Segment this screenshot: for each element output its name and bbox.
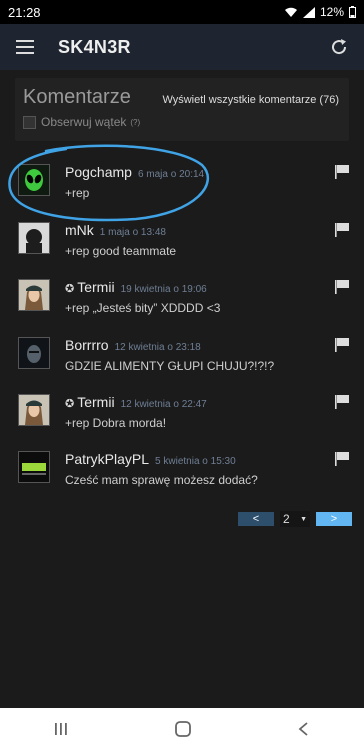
help-icon[interactable]: (?) [130,118,140,127]
flag-icon[interactable] [334,394,350,410]
status-time: 21:28 [8,4,41,20]
comment-author[interactable]: mNk [65,222,94,238]
comment-item: mNk 1 maja o 13:48 +rep good teammate [18,222,350,258]
flag-icon[interactable] [334,279,350,295]
system-nav-bar [0,708,364,750]
comment-item: Borrrro 12 kwietnia o 23:18 GDZIE ALIMEN… [18,337,350,373]
recent-apps-icon[interactable] [53,721,69,737]
alien-avatar[interactable] [18,164,50,196]
author-name: Termii [77,394,115,410]
comment-author[interactable]: PatrykPlayPL [65,451,149,467]
home-icon[interactable] [174,720,192,738]
pagination: < 2 ▼ > [238,511,352,527]
battery-percent: 12% [319,5,344,19]
comment-item: ✪ Termii 19 kwietnia o 19:06 +rep „Jesteś… [18,279,350,315]
follow-label: Obserwuj wątek [41,115,127,129]
girl-cap-avatar[interactable] [18,279,50,311]
flag-icon[interactable] [334,451,350,467]
star-badge-icon: ✪ [65,398,75,410]
back-icon[interactable] [297,721,311,737]
next-page-button[interactable]: > [316,512,352,526]
comment-text: Cześć mam sprawę możesz dodać? [65,473,258,487]
page-select[interactable]: 2 ▼ [280,511,310,527]
gamer-avatar[interactable] [18,451,50,483]
flag-icon[interactable] [334,337,350,353]
comments-title: Komentarze [23,86,131,108]
status-bar: 21:28 12% [0,0,364,24]
girl-cap-avatar[interactable] [18,394,50,426]
wifi-icon [284,7,297,17]
comment-text: +rep Dobra morda! [65,416,167,430]
comment-text: +rep good teammate [65,244,177,258]
follow-checkbox[interactable] [23,115,36,129]
dark-face-avatar[interactable] [18,337,50,369]
signal-icon [302,6,315,18]
menu-icon[interactable] [16,40,34,54]
comment-date: 6 maja o 20:14 [137,169,205,180]
comments-header: Komentarze Wyświetl wszystkie komentarze… [15,78,349,141]
comment-text: +rep [65,186,90,200]
mnk-avatar[interactable] [18,222,50,254]
comment-author[interactable]: ✪ Termii [65,279,115,295]
app-bar: SK4N3R [0,24,364,70]
comment-author[interactable]: Pogchamp [65,164,132,180]
comment-date: 5 kwietnia o 15:30 [155,456,236,467]
comment-author[interactable]: ✪ Termii [65,394,115,410]
comment-text: GDZIE ALIMENTY GŁUPI CHUJU?!?!? [65,359,275,373]
comment-date: 12 kwietnia o 23:18 [114,342,201,353]
page-select-value: 2 [283,512,290,526]
comment-date: 19 kwietnia o 19:06 [120,284,207,295]
comment-author[interactable]: Borrrro [65,337,109,353]
app-title: SK4N3R [58,36,131,57]
battery-icon [349,6,356,18]
status-icons: 12% [284,5,356,19]
comment-date: 1 maja o 13:48 [99,227,166,238]
prev-page-button[interactable]: < [238,512,274,526]
comment-text: +rep „Jesteś bity” XDDDD <3 [65,301,221,315]
flag-icon[interactable] [334,164,350,180]
author-name: Termii [77,279,115,295]
star-badge-icon: ✪ [65,283,75,295]
comment-item: ✪ Termii 12 kwietnia o 22:47 +rep Dobra m… [18,394,350,430]
dropdown-arrow-icon: ▼ [300,515,307,523]
follow-thread[interactable]: Obserwuj wątek (?) [23,115,339,129]
flag-icon[interactable] [334,222,350,238]
comment-item: Pogchamp 6 maja o 20:14 +rep [18,164,350,200]
comment-date: 12 kwietnia o 22:47 [120,399,207,410]
show-all-comments-link[interactable]: Wyświetl wszystkie komentarze (76) [162,94,339,106]
comment-item: PatrykPlayPL 5 kwietnia o 15:30 Cześć ma… [18,451,350,487]
refresh-icon[interactable] [330,38,348,56]
